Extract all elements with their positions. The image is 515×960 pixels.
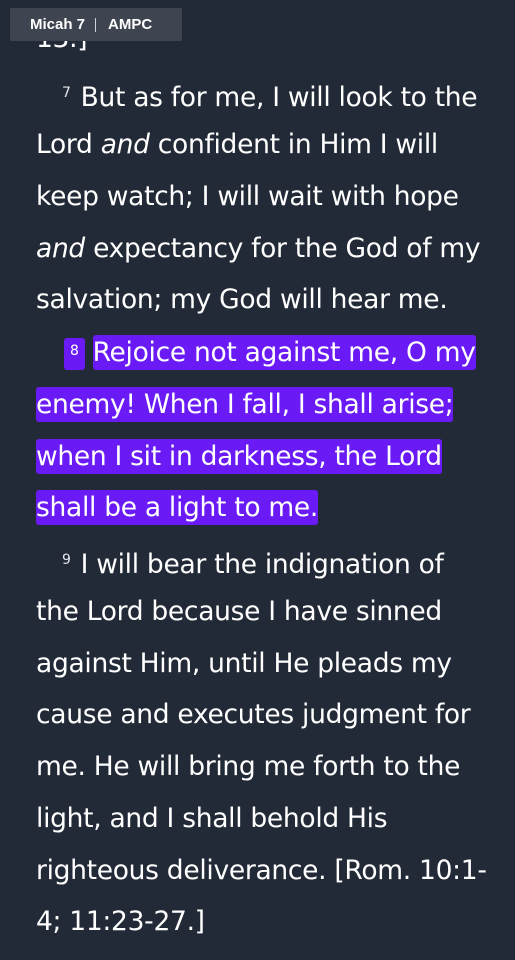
verse-9-line[interactable]: the Lord because I have sinned xyxy=(36,595,442,629)
verse-8-line-highlighted[interactable]: when I sit in darkness, the Lord xyxy=(36,439,442,474)
verse-text: Lord xyxy=(36,129,101,160)
verse-text: confident in Him I will xyxy=(149,129,439,160)
verse-9-line[interactable]: light, and I shall behold His xyxy=(36,802,388,836)
selector-divider xyxy=(95,17,97,32)
highlighted-text: Rejoice not against me, O my xyxy=(92,335,476,370)
verse-text: I will bear the indignation of xyxy=(80,549,444,580)
verse-7-line[interactable]: keep watch; I will wait with hope xyxy=(36,180,459,214)
verse-7-line[interactable]: and expectancy for the God of my xyxy=(36,232,481,266)
verse-8-line-highlighted[interactable]: 8 Rejoice not against me, O my xyxy=(64,335,476,370)
verse-9-line[interactable]: 9 I will bear the indignation of xyxy=(62,543,444,582)
bible-reader[interactable]: Micah 7 AMPC 13.] 7But as for me, I will… xyxy=(0,0,515,960)
highlighted-text: shall be a light to me. xyxy=(36,490,319,525)
verse-9-line[interactable]: cause and executes judgment for xyxy=(36,698,471,732)
chapter-version-selector[interactable]: Micah 7 AMPC xyxy=(10,8,182,41)
version-button[interactable]: AMPC xyxy=(108,16,152,33)
verse-9-line[interactable]: righteous deliverance. [Rom. 10:1- xyxy=(36,854,487,888)
verse-number: 7 xyxy=(62,85,71,101)
verse-text: expectancy for the God of my xyxy=(84,233,481,264)
verse-text-italic: and xyxy=(100,129,150,160)
highlighted-text: enemy! When I fall, I shall arise; xyxy=(36,387,454,422)
verse-8-line-highlighted[interactable]: enemy! When I fall, I shall arise; xyxy=(36,387,454,422)
highlighted-text: when I sit in darkness, the Lord xyxy=(36,439,442,474)
verse-9-line[interactable]: against Him, until He pleads my xyxy=(36,647,452,681)
verse-number: 8 xyxy=(64,338,85,370)
verse-7-line[interactable]: salvation; my God will hear me. xyxy=(36,283,448,317)
verse-7-line[interactable]: 7 But as for me, I will look to the xyxy=(62,76,478,115)
verse-text-italic: and xyxy=(36,233,85,264)
verse-9-line[interactable]: me. He will bring me forth to the xyxy=(36,750,460,784)
verse-7-line[interactable]: Lord and confident in Him I will xyxy=(36,128,438,162)
verse-9-line[interactable]: 4; 11:23-27.] xyxy=(36,905,205,939)
verse-text: But as for me, I will look to the xyxy=(80,82,478,113)
verse-8-line-highlighted[interactable]: shall be a light to me. xyxy=(36,490,319,525)
book-chapter-button[interactable]: Micah 7 xyxy=(30,16,85,33)
verse-number: 9 xyxy=(62,552,71,568)
